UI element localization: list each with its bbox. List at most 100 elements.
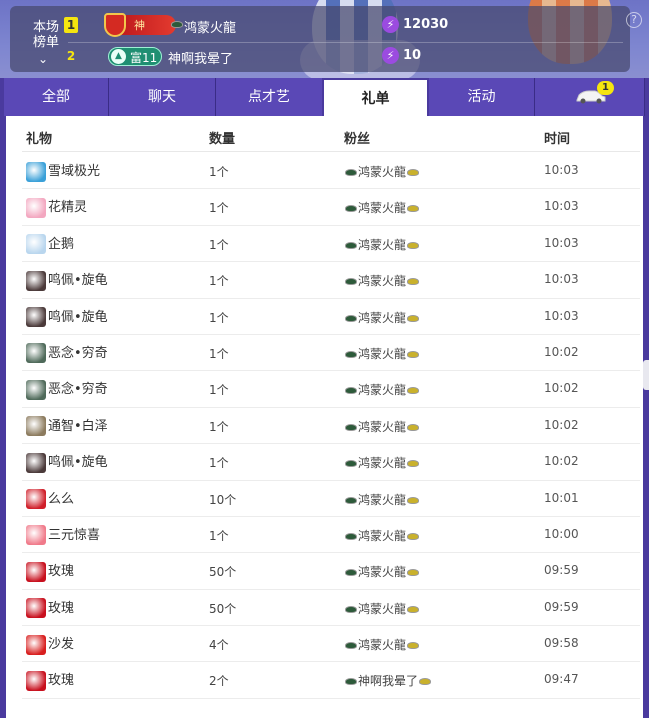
surprise-icon — [26, 525, 46, 546]
fan-cell[interactable]: 鸿蒙火龍 — [344, 272, 420, 289]
fan-cell[interactable]: 鸿蒙火龍 — [344, 454, 420, 471]
fan-badge-icon — [407, 605, 420, 613]
gift-name: 玫瑰 — [48, 564, 75, 580]
fan-name[interactable]: 鸿蒙火龍 — [358, 420, 406, 434]
side-handle[interactable] — [643, 360, 649, 390]
gift-time: 09:59 — [544, 563, 579, 578]
table-row: 花精灵 1个 鸿蒙火龍 10:03 — [22, 189, 640, 226]
fan-cell[interactable]: 鸿蒙火龍 — [344, 563, 420, 580]
gift-name: 么么 — [48, 491, 75, 507]
table-row: 恶念•穷奇 1个 鸿蒙火龍 10:02 — [22, 371, 640, 408]
rank-entry[interactable]: 1 神 鸿蒙火龍 ⚡ 12030 — [10, 13, 620, 38]
rank-position: 2 — [66, 49, 76, 63]
gift-quantity: 1个 — [209, 528, 229, 543]
fan-name[interactable]: 鸿蒙火龍 — [358, 165, 406, 179]
turtle-icon — [26, 307, 46, 328]
gift-quantity: 1个 — [209, 237, 229, 252]
god-level-badge: 神 — [104, 13, 176, 37]
fan-name[interactable]: 鸿蒙火龍 — [358, 638, 406, 652]
fan-badge-icon — [407, 460, 420, 468]
fan-cell[interactable]: 鸿蒙火龍 — [344, 491, 420, 508]
fan-cell[interactable]: 鸿蒙火龍 — [344, 345, 420, 362]
gift-quantity: 1个 — [209, 419, 229, 434]
fan-cell[interactable]: 鸿蒙火龍 — [344, 381, 420, 398]
gift-quantity: 1个 — [209, 383, 229, 398]
gift-name: 鸣佩•旋龟 — [48, 309, 108, 325]
notification-badge: 1 — [597, 81, 614, 95]
turtle-icon — [26, 452, 46, 473]
fan-badge-icon — [345, 278, 357, 286]
gift-name: 玫瑰 — [48, 600, 75, 616]
fan-name[interactable]: 鸿蒙火龍 — [358, 311, 406, 325]
fan-badge-icon — [345, 678, 357, 686]
fan-cell[interactable]: 鸿蒙火龍 — [344, 163, 420, 180]
table-row: 鸣佩•旋龟 1个 鸿蒙火龍 10:03 — [22, 299, 640, 335]
gift-quantity: 4个 — [209, 638, 229, 653]
fan-cell[interactable]: 鸿蒙火龍 — [344, 418, 420, 435]
fan-name[interactable]: 鸿蒙火龍 — [358, 602, 406, 616]
badge-label: 富11 — [130, 51, 158, 65]
fan-name[interactable]: 鸿蒙火龍 — [358, 493, 406, 507]
gift-quantity: 50个 — [209, 601, 237, 616]
fan-name[interactable]: 鸿蒙火龍 — [358, 456, 406, 470]
tab-all[interactable]: 全部 — [4, 78, 109, 116]
rank-value: 10 — [403, 48, 422, 63]
fan-cell[interactable]: 鸿蒙火龍 — [344, 236, 420, 253]
header-gift: 礼物 — [26, 132, 53, 147]
rank-entry[interactable]: 2 ▲ 富11 神啊我晕了 ⚡ 10 — [10, 45, 620, 69]
gift-time: 10:02 — [544, 417, 579, 432]
fan-name[interactable]: 鸿蒙火龍 — [358, 238, 406, 252]
badge-label: 神 — [134, 19, 145, 32]
fan-badge-icon — [407, 532, 420, 540]
fan-cell[interactable]: 鸿蒙火龍 — [344, 527, 420, 544]
rose-icon — [26, 670, 46, 691]
gift-name: 鸣佩•旋龟 — [48, 455, 108, 471]
gift-quantity: 1个 — [209, 274, 229, 289]
rank-user-name[interactable]: 神啊我晕了 — [168, 48, 233, 67]
rose-icon — [26, 598, 46, 619]
divider — [68, 42, 623, 43]
fan-cell[interactable]: 鸿蒙火龍 — [344, 199, 420, 216]
rose-icon — [26, 561, 46, 582]
gift-name: 三元惊喜 — [48, 527, 101, 543]
gift-cell: 玫瑰 — [26, 597, 74, 619]
rank-panel: 本场榜单 ⌄ 1 神 鸿蒙火龍 ⚡ 12030 2 ▲ 富11 神啊我晕了 ⚡ … — [10, 6, 630, 72]
fan-badge-icon — [407, 642, 420, 650]
table-row: 通智•白泽 1个 鸿蒙火龍 10:02 — [22, 408, 640, 445]
tab-bar: 全部 聊天 点才艺 礼单 活动 1 — [0, 78, 649, 116]
table-row: 玫瑰 50个 鸿蒙火龍 09:59 — [22, 553, 640, 590]
fan-cell[interactable]: 神啊我晕了 — [344, 672, 432, 689]
gift-quantity: 1个 — [209, 165, 229, 179]
fan-name[interactable]: 鸿蒙火龍 — [358, 201, 406, 215]
gift-time: 10:03 — [544, 163, 579, 177]
fan-badge-icon — [345, 496, 357, 504]
table-row: 雪域极光 1个 鸿蒙火龍 10:03 — [22, 153, 640, 190]
table-row: 三元惊喜 1个 鸿蒙火龍 10:00 — [22, 517, 640, 554]
gift-rows: 雪域极光 1个 鸿蒙火龍 10:03 花精灵 1个 鸿蒙火龍 10:03 企鹅 1个 鸿蒙火龍 10:… — [22, 153, 640, 699]
gift-name: 沙发 — [48, 637, 75, 653]
fan-cell[interactable]: 鸿蒙火龍 — [344, 600, 420, 617]
fan-name[interactable]: 鸿蒙火龍 — [358, 529, 406, 543]
rank-user-name[interactable]: 鸿蒙火龍 — [184, 17, 236, 36]
table-row: 鸣佩•旋龟 1个 鸿蒙火龍 10:02 — [22, 444, 640, 481]
tab-talent[interactable]: 点才艺 — [216, 78, 323, 116]
gift-name: 花精灵 — [48, 200, 88, 216]
fan-badge-icon — [345, 241, 357, 249]
gift-cell: 企鹅 — [26, 233, 74, 255]
fan-name[interactable]: 鸿蒙火龍 — [358, 383, 406, 397]
tab-activity[interactable]: 活动 — [429, 78, 535, 116]
fan-name[interactable]: 鸿蒙火龍 — [358, 565, 406, 579]
fan-cell[interactable]: 鸿蒙火龍 — [344, 309, 420, 326]
fan-badge-icon — [345, 642, 357, 650]
tab-chat[interactable]: 聊天 — [109, 78, 216, 116]
fan-badge-icon — [407, 205, 420, 213]
help-icon[interactable]: ? — [626, 12, 642, 28]
tab-vehicle[interactable]: 1 — [535, 78, 645, 116]
table-row: 么么 10个 鸿蒙火龍 10:01 — [22, 481, 640, 517]
gift-time: 10:02 — [544, 344, 579, 359]
fan-name[interactable]: 神啊我晕了 — [358, 674, 418, 688]
tab-gift-list[interactable]: 礼单 — [322, 78, 429, 116]
fan-name[interactable]: 鸿蒙火龍 — [358, 274, 406, 288]
fan-name[interactable]: 鸿蒙火龍 — [358, 347, 406, 361]
fan-cell[interactable]: 鸿蒙火龍 — [344, 636, 420, 653]
